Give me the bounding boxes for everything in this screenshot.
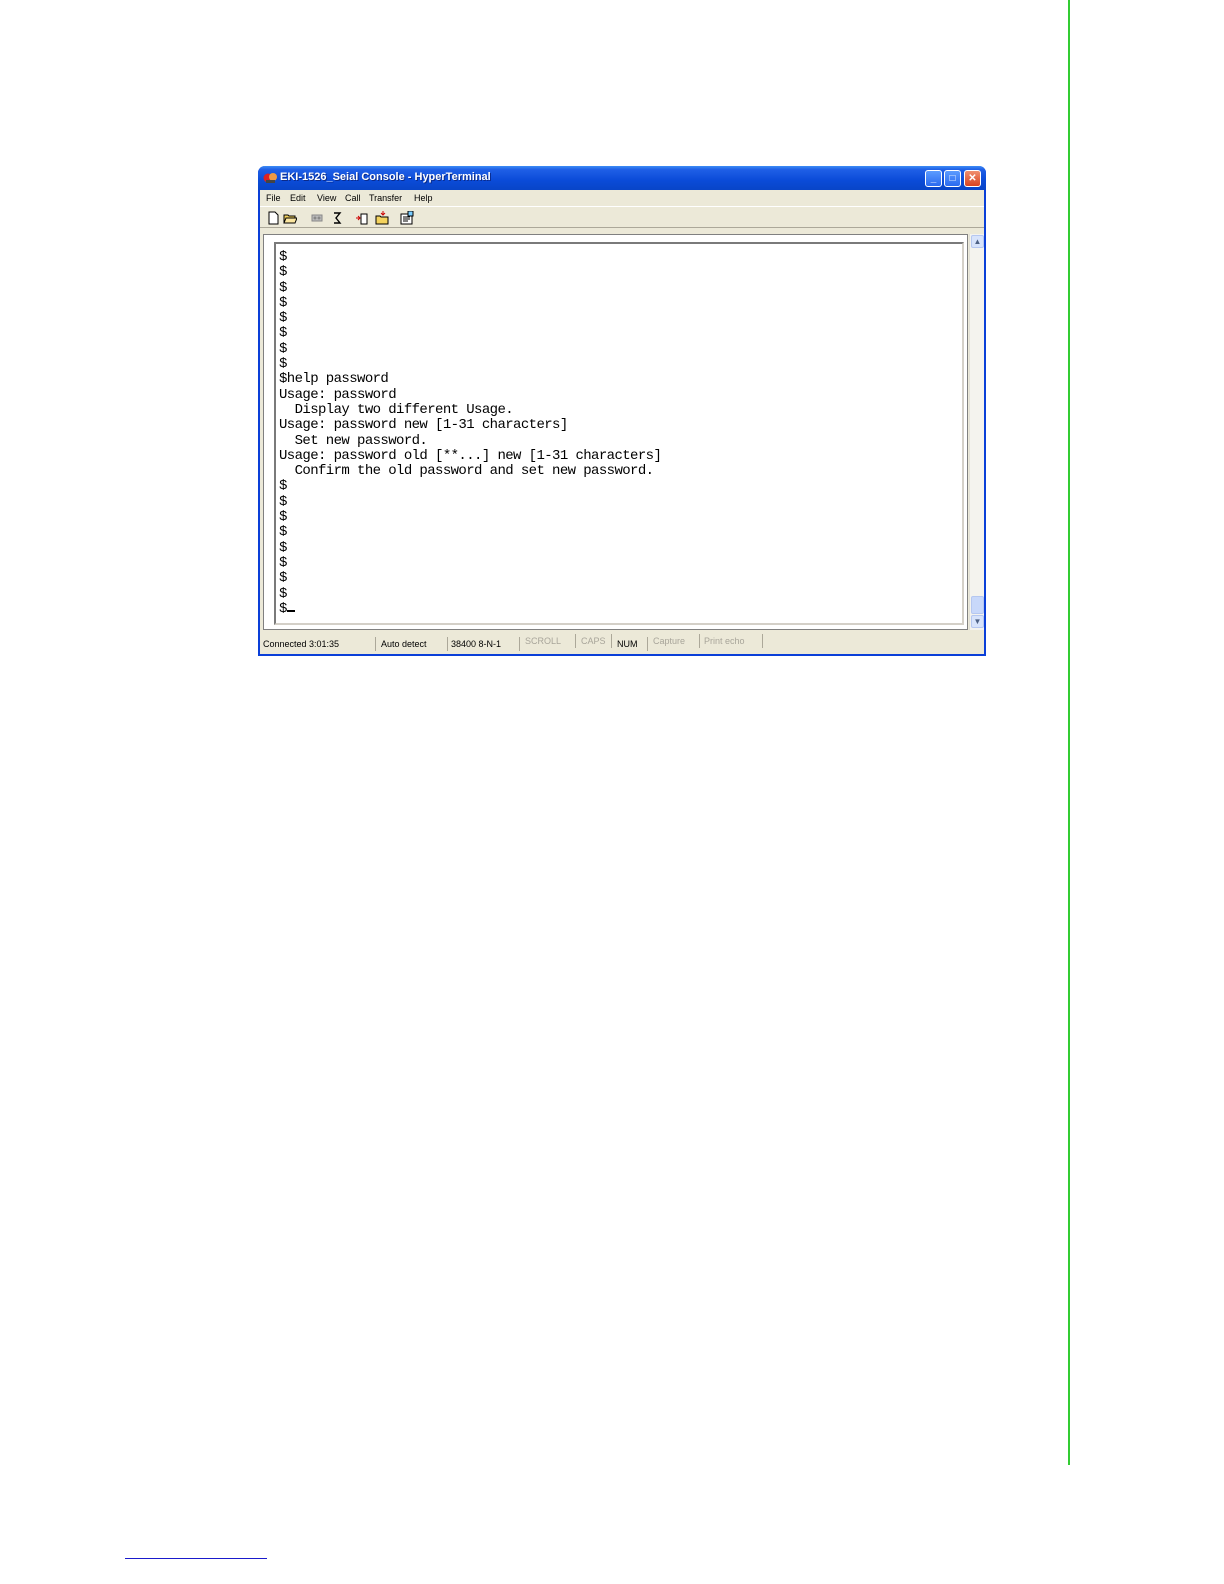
menu-bar: File Edit View Call Transfer Help [260,190,984,206]
terminal-line: Usage: password old [**...] new [1-31 ch… [279,447,662,464]
terminal-line: Display two different Usage. [279,401,514,418]
status-bar: Connected 3:01:35 Auto detect 38400 8-N-… [260,634,984,654]
terminal-line: Usage: password new [1-31 characters] [279,417,568,434]
terminal-line: $ [279,249,287,265]
terminal-line: $ [279,294,287,311]
scroll-down-arrow-icon[interactable]: ▼ [971,615,984,628]
menu-edit[interactable]: Edit [290,193,306,203]
page-margin-rule [1068,0,1070,1465]
terminal-cursor [286,609,295,612]
menu-transfer[interactable]: Transfer [369,193,402,203]
status-print-echo: Print echo [701,634,763,648]
terminal-line: $ [279,524,287,541]
hyperterminal-window: EKI-1526_Seial Console - HyperTerminal _… [258,166,986,656]
send-icon[interactable] [356,211,370,225]
menu-view[interactable]: View [317,193,336,203]
status-caps: CAPS [578,634,612,648]
terminal-line: $ [279,340,287,357]
terminal-line: $ [279,539,287,556]
terminal-line: $ [279,585,287,602]
terminal-line: Confirm the old password and set new pas… [279,463,654,480]
terminal-line: $ [279,601,661,617]
menu-file[interactable]: File [266,193,281,203]
terminal-screen[interactable]: $ $ $ $ $ $ $ $ $help password Usage: password Di… [274,242,964,625]
vertical-scrollbar[interactable]: ▲ ▼ [969,234,984,630]
minimize-button[interactable]: _ [925,170,942,187]
terminal-line: $ [279,554,287,571]
status-detect: Auto detect [378,637,448,651]
terminal-line: Set new password. [279,432,428,449]
terminal-line: $ [279,493,287,510]
menu-help[interactable]: Help [414,193,433,203]
terminal-line: $ [279,356,287,373]
terminal-line: $ [279,570,287,587]
status-port-settings: 38400 8-N-1 [448,637,520,651]
dial-icon[interactable] [330,211,344,225]
properties-icon[interactable] [400,211,414,225]
status-scroll: SCROLL [522,634,576,648]
disconnect-icon[interactable] [310,211,324,225]
maximize-button[interactable]: □ [944,170,961,187]
new-icon[interactable] [266,211,280,225]
open-icon[interactable] [283,211,297,225]
terminal-line: $help password [279,371,389,388]
window-title: EKI-1526_Seial Console - HyperTerminal [280,171,491,183]
receive-icon[interactable] [375,211,389,225]
toolbar [260,206,984,228]
scrollbar-thumb[interactable] [971,596,984,614]
terminal-line: $ [279,478,287,495]
footer-rule [125,1558,267,1559]
terminal-line: $ [279,325,287,342]
status-connected: Connected 3:01:35 [260,637,376,651]
title-bar[interactable]: EKI-1526_Seial Console - HyperTerminal _… [258,166,986,190]
terminal-line: $ [279,310,287,327]
status-capture: Capture [650,634,700,648]
terminal-output: $ $ $ $ $ $ $ $ $help password Usage: password Di… [279,249,662,617]
close-button[interactable]: ✕ [964,170,981,187]
terminal-line: $ [279,264,287,281]
status-num: NUM [614,637,648,651]
terminal-line: Usage: password [279,386,397,403]
terminal-area[interactable]: $ $ $ $ $ $ $ $ $help password Usage: password Di… [263,234,968,630]
menu-call[interactable]: Call [345,193,361,203]
terminal-line: $ [279,279,287,296]
hyperterminal-app-icon [263,173,277,183]
scroll-up-arrow-icon[interactable]: ▲ [971,235,984,248]
terminal-line: $ [279,509,287,526]
